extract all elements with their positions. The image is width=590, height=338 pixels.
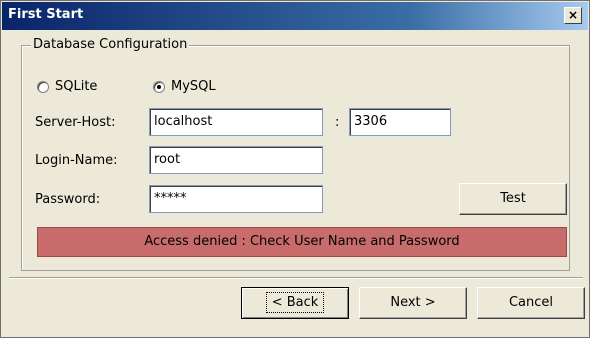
mysql-radio-label: MySQL <box>171 79 216 94</box>
password-input[interactable]: ***** <box>149 185 323 213</box>
back-button[interactable]: < Back <box>241 287 349 319</box>
status-error-banner: Access denied : Check User Name and Pass… <box>37 227 567 257</box>
server-host-label: Server-Host: <box>35 115 116 130</box>
back-button-label: < Back <box>265 292 325 313</box>
status-message: Access denied : Check User Name and Pass… <box>144 234 460 249</box>
server-host-input[interactable]: localhost <box>149 108 323 136</box>
sqlite-radio-label: SQLite <box>55 79 98 94</box>
login-name-input[interactable]: root <box>149 146 323 174</box>
next-button[interactable]: Next > <box>359 287 467 319</box>
window-title: First Start <box>8 7 84 22</box>
footer-divider <box>9 277 583 279</box>
sqlite-radio[interactable]: SQLite <box>37 79 97 94</box>
close-button[interactable]: × <box>564 7 582 24</box>
next-button-label: Next > <box>390 295 436 310</box>
cancel-button-label: Cancel <box>508 295 554 310</box>
close-icon: × <box>567 8 579 22</box>
group-legend: Database Configuration <box>31 37 190 52</box>
radio-circle-icon <box>37 80 49 93</box>
title-bar[interactable]: First Start × <box>2 2 588 30</box>
mysql-radio[interactable]: MySQL <box>153 79 216 94</box>
password-label: Password: <box>35 192 101 207</box>
port-separator: : <box>335 115 340 130</box>
port-input[interactable]: 3306 <box>349 108 451 136</box>
radio-selected-icon <box>153 80 165 93</box>
test-button[interactable]: Test <box>459 183 567 215</box>
cancel-button[interactable]: Cancel <box>477 287 585 319</box>
test-button-label: Test <box>500 191 526 206</box>
first-start-dialog: First Start × Database Configuration SQL… <box>0 0 590 338</box>
login-name-label: Login-Name: <box>35 153 118 168</box>
